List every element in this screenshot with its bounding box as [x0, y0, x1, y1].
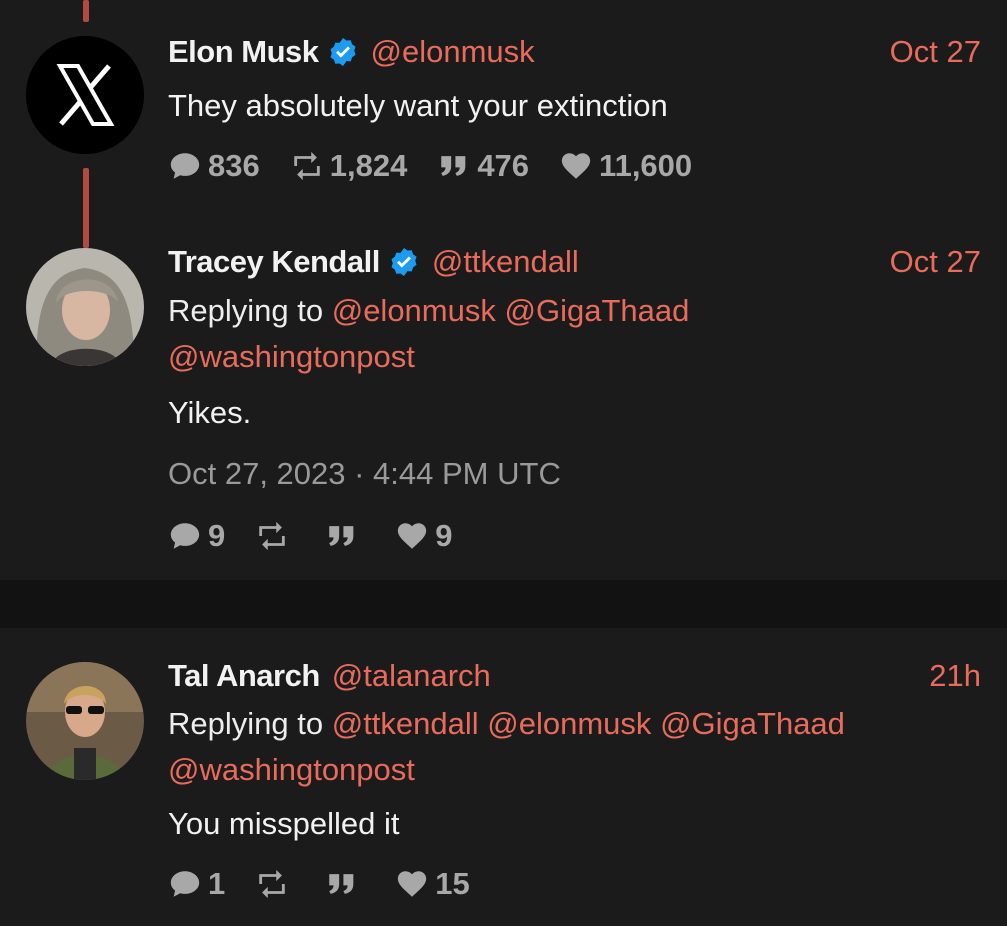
tweet-timestamp[interactable]: Oct 27, 2023 · 4:44 PM UTC	[168, 456, 561, 492]
avatar-tal-anarch[interactable]	[26, 662, 144, 780]
reply-count: 1	[208, 866, 226, 901]
tweet-ttkendall[interactable]: Tracey Kendall @ttkendall Oct 27 Replyin…	[0, 0, 1007, 580]
replying-to: Replying to @ttkendall @elonmusk @GigaTh…	[168, 701, 968, 793]
reply-button[interactable]: 9	[168, 518, 225, 554]
tweet-date[interactable]: Oct 27	[890, 244, 981, 280]
tweet-actions: 9 9	[168, 518, 483, 554]
retweet-icon	[259, 521, 285, 551]
mention-link[interactable]: @elonmusk	[332, 293, 496, 328]
like-button[interactable]: 9	[395, 518, 453, 554]
author-name[interactable]: Tracey Kendall	[168, 244, 380, 280]
heart-icon	[398, 523, 427, 549]
profile-photo	[26, 662, 144, 780]
reply-button[interactable]: 1	[168, 866, 225, 902]
profile-photo	[26, 248, 144, 366]
quote-icon	[329, 526, 354, 546]
author-handle[interactable]: @ttkendall	[432, 244, 579, 280]
retweet-button[interactable]	[255, 519, 295, 553]
tweet-text: You misspelled it	[168, 806, 400, 841]
tweet-date[interactable]: 21h	[929, 658, 981, 694]
tweet-header: Tracey Kendall @ttkendall Oct 27	[168, 240, 981, 284]
heart-icon	[398, 871, 427, 897]
reply-icon	[170, 523, 200, 549]
retweet-button[interactable]	[255, 867, 295, 901]
tweet-actions: 1 15	[168, 866, 500, 902]
quote-button[interactable]	[325, 519, 365, 553]
tweet-talanarch[interactable]: Tal Anarch @talanarch 21h Replying to @t…	[0, 628, 1007, 926]
replying-to-prefix: Replying to	[168, 293, 324, 328]
quote-icon	[329, 874, 354, 894]
reply-icon	[170, 871, 200, 897]
mention-link[interactable]: @elonmusk	[487, 706, 651, 741]
reply-count: 9	[208, 518, 226, 553]
mention-link[interactable]: @washingtonpost	[168, 339, 415, 374]
avatar-tracey-kendall[interactable]	[26, 248, 144, 366]
mention-link[interactable]: @GigaThaad	[660, 706, 845, 741]
verified-badge-icon	[391, 248, 417, 276]
retweet-icon	[259, 869, 285, 899]
author-name[interactable]: Tal Anarch	[168, 658, 320, 694]
author-handle[interactable]: @talanarch	[332, 658, 491, 694]
like-count: 15	[435, 866, 470, 901]
thread-divider	[0, 580, 1007, 628]
like-button[interactable]: 15	[395, 866, 470, 902]
mention-link[interactable]: @washingtonpost	[168, 752, 415, 787]
mention-link[interactable]: @GigaThaad	[505, 293, 690, 328]
mention-link[interactable]: @ttkendall	[332, 706, 479, 741]
tweet-header: Tal Anarch @talanarch 21h	[168, 654, 981, 698]
replying-to-prefix: Replying to	[168, 706, 324, 741]
replying-to: Replying to @elonmusk @GigaThaad @washin…	[168, 288, 808, 380]
like-count: 9	[435, 518, 453, 553]
quote-button[interactable]	[325, 867, 365, 901]
tweet-text: Yikes.	[168, 395, 252, 430]
